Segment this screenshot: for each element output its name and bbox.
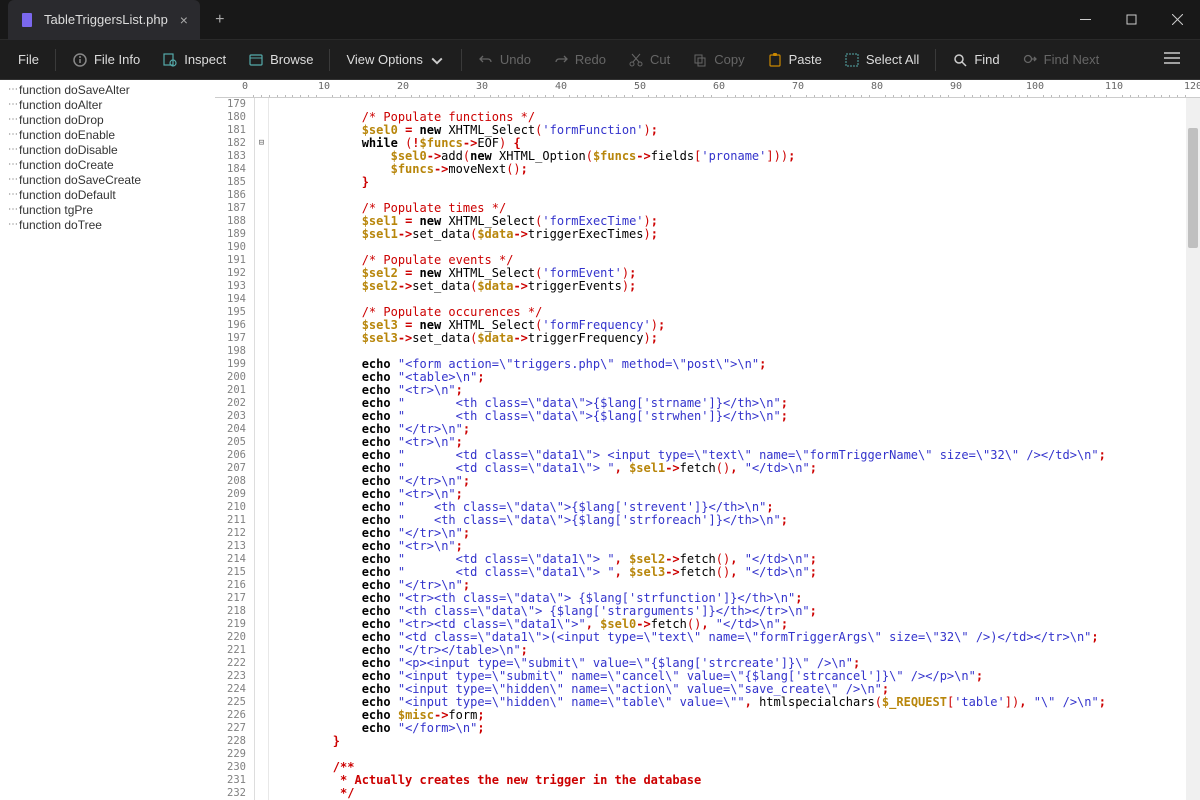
find-next-label: Find Next [1044, 52, 1100, 67]
close-tab-icon[interactable]: × [176, 12, 192, 28]
undo-icon [478, 52, 494, 68]
separator [461, 49, 462, 71]
tree-collapse-icon[interactable]: ⋯ [8, 159, 18, 170]
outline-sidebar[interactable]: ⋯function doSaveAlter⋯function doAlter⋯f… [0, 80, 215, 800]
outline-item[interactable]: ⋯function doCreate [0, 157, 215, 172]
copy-label: Copy [714, 52, 744, 67]
search-icon [952, 52, 968, 68]
separator [329, 49, 330, 71]
chevron-down-icon [429, 52, 445, 68]
scrollbar-thumb[interactable] [1188, 128, 1198, 248]
outline-label: function doSaveAlter [19, 83, 130, 97]
find-button[interactable]: Find [942, 46, 1009, 74]
editor-area: 0102030405060708090100110120 17918018118… [215, 80, 1200, 800]
paste-label: Paste [789, 52, 822, 67]
redo-button[interactable]: Redo [543, 46, 616, 74]
select-all-button[interactable]: Select All [834, 46, 929, 74]
inspect-label: Inspect [184, 52, 226, 67]
browse-icon [248, 52, 264, 68]
code-content[interactable]: /* Populate functions */ $sel0 = new XHT… [269, 98, 1200, 800]
paste-button[interactable]: Paste [757, 46, 832, 74]
find-next-icon [1022, 52, 1038, 68]
tree-collapse-icon[interactable]: ⋯ [8, 129, 18, 140]
outline-item[interactable]: ⋯function doDrop [0, 112, 215, 127]
outline-label: function doDrop [19, 113, 104, 127]
file-menu[interactable]: File [8, 46, 49, 73]
outline-label: function doCreate [19, 158, 114, 172]
find-next-button[interactable]: Find Next [1012, 46, 1110, 74]
vertical-scrollbar[interactable] [1186, 98, 1200, 800]
window-controls [1062, 0, 1200, 40]
find-label: Find [974, 52, 999, 67]
view-options-menu[interactable]: View Options [336, 46, 454, 74]
redo-label: Redo [575, 52, 606, 67]
undo-button[interactable]: Undo [468, 46, 541, 74]
main-area: ⋯function doSaveAlter⋯function doAlter⋯f… [0, 80, 1200, 800]
tree-collapse-icon[interactable]: ⋯ [8, 189, 18, 200]
outline-label: function doAlter [19, 98, 102, 112]
outline-label: function doSaveCreate [19, 173, 141, 187]
tab-title: TableTriggersList.php [44, 12, 168, 27]
select-all-label: Select All [866, 52, 919, 67]
outline-item[interactable]: ⋯function doDisable [0, 142, 215, 157]
tree-collapse-icon[interactable]: ⋯ [8, 84, 18, 95]
tree-collapse-icon[interactable]: ⋯ [8, 99, 18, 110]
new-tab-button[interactable]: + [204, 4, 236, 36]
paste-icon [767, 52, 783, 68]
file-tab[interactable]: TableTriggersList.php × [8, 0, 200, 40]
file-label: File [18, 52, 39, 67]
fold-column[interactable]: ⊟ [255, 98, 269, 800]
outline-item[interactable]: ⋯function doSaveAlter [0, 82, 215, 97]
outline-item[interactable]: ⋯function doDefault [0, 187, 215, 202]
outline-label: function doEnable [19, 128, 115, 142]
undo-label: Undo [500, 52, 531, 67]
info-icon [72, 52, 88, 68]
cut-button[interactable]: Cut [618, 46, 680, 74]
code-editor[interactable]: 1791801811821831841851861871881891901911… [215, 98, 1200, 800]
copy-icon [692, 52, 708, 68]
outline-label: function doDisable [19, 143, 118, 157]
copy-button[interactable]: Copy [682, 46, 754, 74]
view-options-label: View Options [346, 52, 422, 67]
ruler: 0102030405060708090100110120 [215, 80, 1200, 98]
outline-label: function doTree [19, 218, 102, 232]
cut-icon [628, 52, 644, 68]
toolbar: File File Info Inspect Browse View Optio… [0, 40, 1200, 80]
separator [55, 49, 56, 71]
minimize-button[interactable] [1062, 0, 1108, 40]
line-numbers: 1791801811821831841851861871881891901911… [215, 98, 255, 800]
tree-collapse-icon[interactable]: ⋯ [8, 204, 18, 215]
outline-item[interactable]: ⋯function tgPre [0, 202, 215, 217]
outline-item[interactable]: ⋯function doEnable [0, 127, 215, 142]
cut-label: Cut [650, 52, 670, 67]
tree-collapse-icon[interactable]: ⋯ [8, 174, 18, 185]
inspect-button[interactable]: Inspect [152, 46, 236, 74]
close-window-button[interactable] [1154, 0, 1200, 40]
tree-collapse-icon[interactable]: ⋯ [8, 114, 18, 125]
outline-item[interactable]: ⋯function doSaveCreate [0, 172, 215, 187]
browse-label: Browse [270, 52, 313, 67]
select-all-icon [844, 52, 860, 68]
outline-label: function doDefault [19, 188, 116, 202]
outline-item[interactable]: ⋯function doTree [0, 217, 215, 232]
file-info-button[interactable]: File Info [62, 46, 150, 74]
browse-button[interactable]: Browse [238, 46, 323, 74]
tree-collapse-icon[interactable]: ⋯ [8, 144, 18, 155]
tree-collapse-icon[interactable]: ⋯ [8, 219, 18, 230]
outline-item[interactable]: ⋯function doAlter [0, 97, 215, 112]
maximize-button[interactable] [1108, 0, 1154, 40]
redo-icon [553, 52, 569, 68]
separator [935, 49, 936, 71]
outline-label: function tgPre [19, 203, 93, 217]
hamburger-menu[interactable] [1152, 45, 1192, 75]
php-file-icon [20, 12, 36, 28]
titlebar: TableTriggersList.php × + [0, 0, 1200, 40]
inspect-icon [162, 52, 178, 68]
file-info-label: File Info [94, 52, 140, 67]
